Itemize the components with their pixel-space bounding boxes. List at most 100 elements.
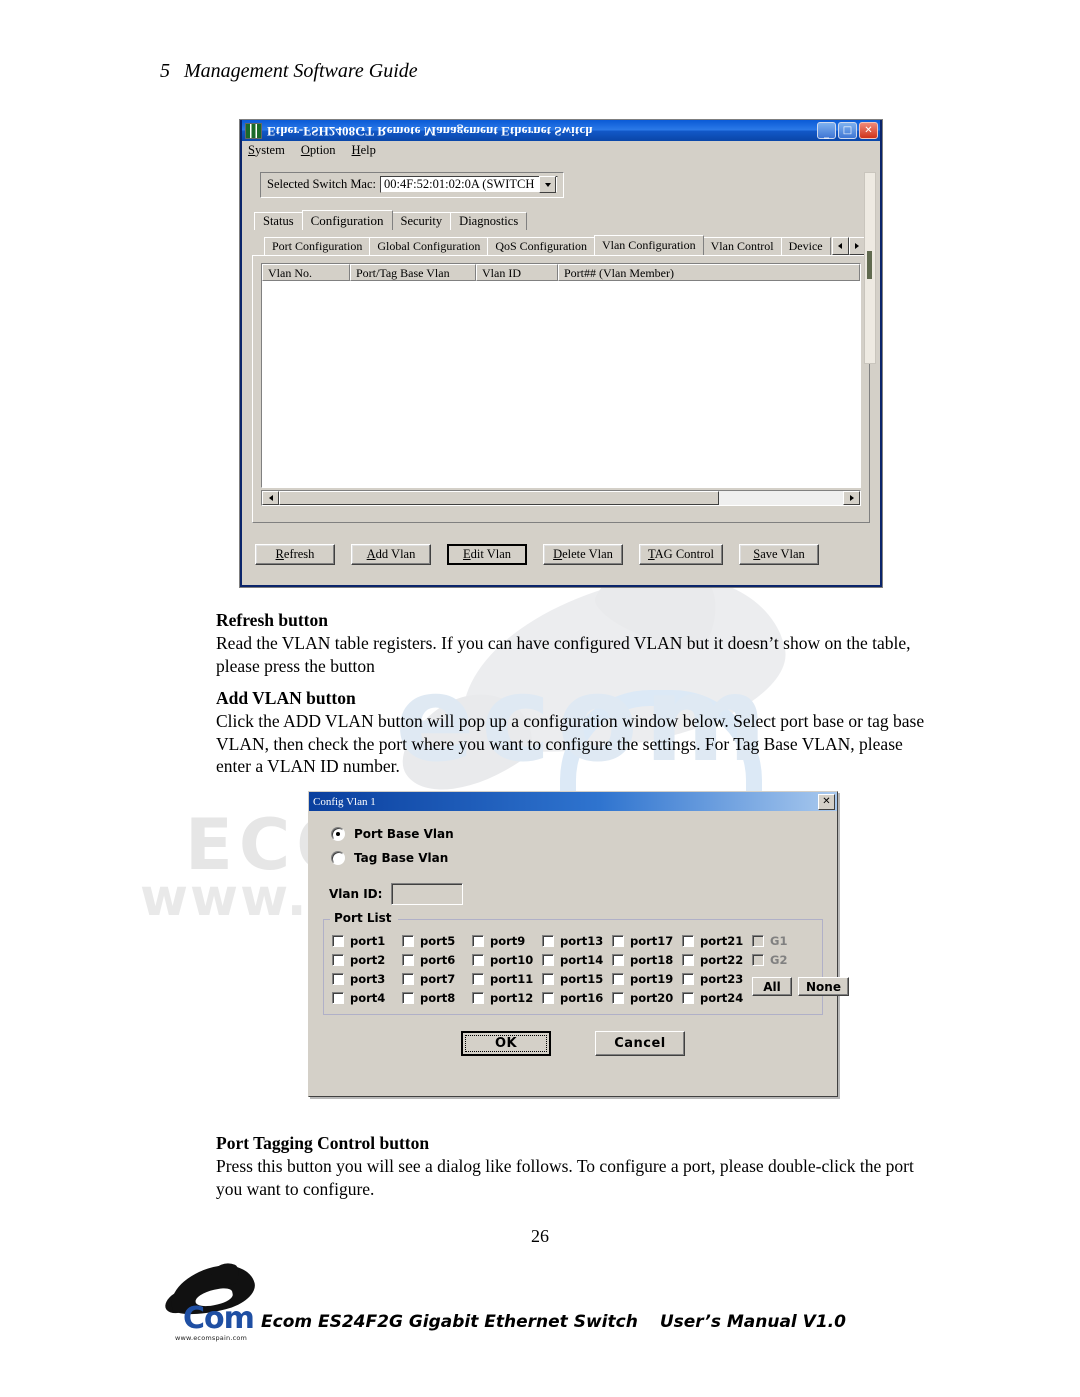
checkbox-icon[interactable] <box>682 934 694 947</box>
checkbox-port12[interactable]: port12 <box>472 990 542 1005</box>
checkbox-icon[interactable] <box>402 953 414 966</box>
menu-item-help[interactable]: Help <box>352 143 376 158</box>
cancel-button[interactable]: Cancel <box>595 1031 685 1056</box>
tag-control-button[interactable]: TAG Control <box>639 544 724 565</box>
tab-diagnostics[interactable]: Diagnostics <box>450 212 528 230</box>
checkbox-icon[interactable] <box>402 972 414 985</box>
primary-tabstrip: Status Configuration Security Diagnostic… <box>254 210 880 230</box>
checkbox-port7[interactable]: port7 <box>402 971 472 986</box>
tab-security[interactable]: Security <box>391 212 452 230</box>
checkbox-icon[interactable] <box>332 991 344 1004</box>
scroll-right-icon[interactable] <box>843 491 860 505</box>
checkbox-label: port7 <box>420 971 456 986</box>
checkbox-port2[interactable]: port2 <box>332 952 402 967</box>
checkbox-port16[interactable]: port16 <box>542 990 612 1005</box>
checkbox-port13[interactable]: port13 <box>542 933 612 948</box>
tab-configuration[interactable]: Configuration <box>301 210 393 230</box>
checkbox-port21[interactable]: port21 <box>682 933 752 948</box>
ok-button[interactable]: OK <box>461 1031 551 1056</box>
vscroll-thumb[interactable] <box>867 251 872 279</box>
tab-scroll-left-icon[interactable] <box>831 237 849 255</box>
edit-vlan-button[interactable]: Edit Vlan <box>447 544 527 565</box>
hscroll-thumb[interactable] <box>279 491 719 505</box>
checkbox-port10[interactable]: port10 <box>472 952 542 967</box>
running-head: 5 Management Software Guide <box>160 60 418 83</box>
add-vlan-button[interactable]: Add Vlan <box>351 544 431 565</box>
delete-vlan-button[interactable]: Delete Vlan <box>543 544 623 565</box>
menu-item-system[interactable]: System <box>248 143 285 158</box>
menu-item-option[interactable]: Option <box>301 143 336 158</box>
vlan-table-hscrollbar[interactable] <box>261 490 861 506</box>
dialog-close-button[interactable]: ✕ <box>818 793 835 810</box>
checkbox-icon[interactable] <box>472 972 484 985</box>
checkbox-port17[interactable]: port17 <box>612 933 682 948</box>
subtab-vlan-configuration[interactable]: Vlan Configuration <box>593 235 704 255</box>
mac-selector-combobox[interactable]: 00:4F:52:01:02:0A (SWITCH <box>380 176 559 193</box>
refresh-button[interactable]: Refresh <box>255 544 335 565</box>
checkbox-port8[interactable]: port8 <box>402 990 472 1005</box>
checkbox-port24[interactable]: port24 <box>682 990 752 1005</box>
hscroll-track[interactable] <box>279 491 843 505</box>
checkbox-port20[interactable]: port20 <box>612 990 682 1005</box>
checkbox-icon[interactable] <box>332 953 344 966</box>
column-header-vlan-no[interactable]: Vlan No. <box>262 264 350 281</box>
column-header-vlan-id[interactable]: Vlan ID <box>476 264 558 281</box>
column-header-port-members[interactable]: Port## (Vlan Member) <box>558 264 860 281</box>
checkbox-icon[interactable] <box>542 972 554 985</box>
checkbox-port9[interactable]: port9 <box>472 933 542 948</box>
close-icon: ✕ <box>864 124 873 136</box>
scroll-left-icon[interactable] <box>262 491 279 505</box>
checkbox-icon[interactable] <box>472 991 484 1004</box>
radio-tag-base-indicator[interactable] <box>331 851 345 865</box>
checkbox-icon[interactable] <box>472 953 484 966</box>
checkbox-port18[interactable]: port18 <box>612 952 682 967</box>
checkbox-port23[interactable]: port23 <box>682 971 752 986</box>
column-header-port-tag-base[interactable]: Port/Tag Base Vlan <box>350 264 476 281</box>
checkbox-port4[interactable]: port4 <box>332 990 402 1005</box>
checkbox-icon[interactable] <box>612 991 624 1004</box>
select-all-button[interactable]: All <box>752 977 792 996</box>
save-vlan-button[interactable]: Save Vlan <box>739 544 820 565</box>
subtab-port-configuration[interactable]: Port Configuration <box>264 237 371 255</box>
checkbox-icon[interactable] <box>402 991 414 1004</box>
subtab-vlan-control[interactable]: Vlan Control <box>702 237 782 255</box>
subtab-global-configuration[interactable]: Global Configuration <box>369 237 489 255</box>
radio-port-base-vlan[interactable]: Port Base Vlan <box>331 827 837 841</box>
checkbox-port6[interactable]: port6 <box>402 952 472 967</box>
checkbox-icon[interactable] <box>612 972 624 985</box>
checkbox-port3[interactable]: port3 <box>332 971 402 986</box>
checkbox-port19[interactable]: port19 <box>612 971 682 986</box>
checkbox-port14[interactable]: port14 <box>542 952 612 967</box>
radio-port-base-indicator[interactable] <box>331 827 345 841</box>
checkbox-icon[interactable] <box>542 934 554 947</box>
window-vscrollbar[interactable] <box>864 172 876 364</box>
chevron-down-icon[interactable] <box>539 176 557 193</box>
checkbox-icon[interactable] <box>542 953 554 966</box>
tab-status[interactable]: Status <box>254 212 303 230</box>
checkbox-label: port22 <box>700 952 744 967</box>
checkbox-port5[interactable]: port5 <box>402 933 472 948</box>
maximize-button[interactable]: □ <box>838 122 857 139</box>
close-button[interactable]: ✕ <box>859 122 878 139</box>
checkbox-icon[interactable] <box>332 972 344 985</box>
select-none-button[interactable]: None <box>798 977 849 996</box>
subtab-device[interactable]: Device <box>780 237 831 255</box>
checkbox-icon[interactable] <box>682 991 694 1004</box>
checkbox-icon[interactable] <box>682 953 694 966</box>
checkbox-port11[interactable]: port11 <box>472 971 542 986</box>
checkbox-port1[interactable]: port1 <box>332 933 402 948</box>
checkbox-icon[interactable] <box>682 972 694 985</box>
minimize-button[interactable]: _ <box>817 122 836 139</box>
checkbox-icon[interactable] <box>472 934 484 947</box>
checkbox-icon[interactable] <box>612 934 624 947</box>
checkbox-icon[interactable] <box>542 991 554 1004</box>
checkbox-icon[interactable] <box>332 934 344 947</box>
checkbox-icon[interactable] <box>612 953 624 966</box>
checkbox-port22[interactable]: port22 <box>682 952 752 967</box>
checkbox-port15[interactable]: port15 <box>542 971 612 986</box>
vlan-table-body[interactable] <box>262 281 860 487</box>
subtab-qos-configuration[interactable]: QoS Configuration <box>487 237 595 255</box>
radio-tag-base-vlan[interactable]: Tag Base Vlan <box>331 851 837 865</box>
checkbox-icon[interactable] <box>402 934 414 947</box>
vlan-id-input[interactable] <box>391 883 464 905</box>
